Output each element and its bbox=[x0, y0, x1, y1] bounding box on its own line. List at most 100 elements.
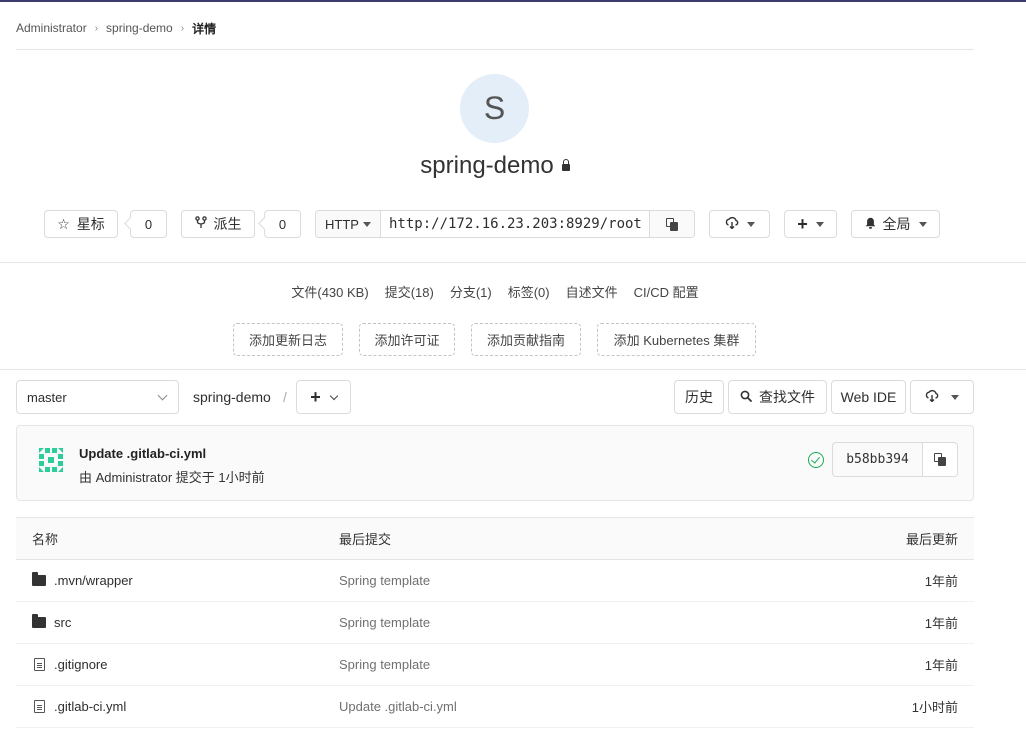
history-label: 历史 bbox=[685, 389, 713, 405]
branch-select[interactable]: master bbox=[16, 380, 179, 414]
add-to-tree-dropdown[interactable]: + bbox=[296, 380, 351, 414]
project-name: spring-demo bbox=[420, 152, 554, 179]
stat-tags-link[interactable]: 标签(0) bbox=[508, 282, 550, 301]
clone-url-input[interactable] bbox=[381, 211, 649, 237]
caret-down-icon bbox=[815, 221, 824, 227]
add-changelog-button[interactable]: 添加更新日志 bbox=[233, 323, 343, 356]
commit-title-link[interactable]: Update .gitlab-ci.yml bbox=[79, 446, 206, 461]
row-commit-link[interactable]: Spring template bbox=[339, 573, 774, 588]
lock-icon bbox=[561, 159, 570, 171]
copy-sha-button[interactable] bbox=[922, 443, 957, 476]
fork-count[interactable]: 0 bbox=[264, 210, 301, 238]
branch-select-value: master bbox=[27, 389, 67, 405]
star-button[interactable]: ☆ 星标 bbox=[44, 210, 118, 238]
row-name-link[interactable]: .gitignore bbox=[54, 657, 107, 672]
project-avatar-letter: S bbox=[483, 90, 506, 126]
history-button[interactable]: 历史 bbox=[674, 380, 724, 414]
add-contributing-label: 添加贡献指南 bbox=[486, 333, 565, 348]
fork-button[interactable]: 派生 bbox=[181, 210, 255, 238]
project-avatar: S bbox=[460, 74, 529, 143]
bell-icon bbox=[865, 216, 876, 232]
add-kubernetes-label: 添加 Kubernetes 集群 bbox=[613, 333, 740, 348]
path-root-link[interactable]: spring-demo bbox=[193, 389, 271, 405]
fork-label: 派生 bbox=[213, 216, 242, 232]
commit-meta: 由 Administrator 提交于 1小时前 bbox=[79, 470, 265, 485]
divider bbox=[0, 262, 1026, 263]
star-icon: ☆ bbox=[57, 215, 70, 232]
copy-icon bbox=[934, 453, 946, 466]
add-changelog-label: 添加更新日志 bbox=[248, 333, 327, 348]
notification-dropdown[interactable]: 全局 bbox=[851, 210, 940, 238]
folder-icon bbox=[32, 614, 46, 628]
commit-sha-link[interactable]: b58bb394 bbox=[833, 443, 922, 476]
table-header: 名称 最后提交 最后更新 bbox=[16, 517, 974, 560]
web-ide-label: Web IDE bbox=[840, 389, 897, 405]
add-license-button[interactable]: 添加许可证 bbox=[359, 323, 455, 356]
find-file-button[interactable]: 查找文件 bbox=[728, 380, 827, 414]
divider bbox=[16, 49, 974, 50]
file-tree-table: 名称 最后提交 最后更新 .mvn/wrapper Spring templat… bbox=[16, 517, 974, 728]
fork-icon bbox=[194, 215, 207, 233]
last-commit-panel: Update .gitlab-ci.yml 由 Administrator 提交… bbox=[16, 425, 974, 501]
clone-protocol-dropdown[interactable]: HTTP bbox=[316, 211, 381, 237]
stat-branches-link[interactable]: 分支(1) bbox=[450, 282, 492, 301]
add-contributing-button[interactable]: 添加贡献指南 bbox=[471, 323, 581, 356]
clone-url-group: HTTP bbox=[315, 210, 695, 238]
caret-down-icon bbox=[746, 221, 755, 227]
breadcrumb-separator: › bbox=[94, 22, 99, 34]
search-icon bbox=[740, 389, 752, 405]
stat-commits-link[interactable]: 提交(18) bbox=[385, 282, 434, 301]
table-row[interactable]: src Spring template 1年前 bbox=[16, 602, 974, 644]
folder-icon bbox=[32, 572, 46, 586]
star-label: 星标 bbox=[76, 216, 105, 232]
notification-label: 全局 bbox=[882, 216, 911, 232]
row-commit-link[interactable]: Update .gitlab-ci.yml bbox=[339, 699, 774, 714]
find-file-label: 查找文件 bbox=[759, 389, 815, 405]
fork-count-value: 0 bbox=[278, 216, 287, 232]
star-count[interactable]: 0 bbox=[130, 210, 167, 238]
caret-down-icon bbox=[918, 221, 927, 227]
project-title: spring-demo bbox=[0, 152, 990, 180]
header-last-commit: 最后提交 bbox=[339, 532, 392, 547]
download-icon bbox=[725, 216, 739, 232]
table-row[interactable]: .mvn/wrapper Spring template 1年前 bbox=[16, 560, 974, 602]
web-ide-button[interactable]: Web IDE bbox=[831, 380, 906, 414]
row-updated: 1年前 bbox=[924, 658, 958, 673]
breadcrumb-current[interactable]: 详情 bbox=[192, 20, 216, 37]
star-count-value: 0 bbox=[144, 216, 153, 232]
caret-down-icon bbox=[951, 394, 959, 400]
row-commit-link[interactable]: Spring template bbox=[339, 615, 774, 630]
stat-readme-link[interactable]: 自述文件 bbox=[566, 282, 618, 301]
project-stats: 文件(430 KB) 提交(18) 分支(1) 标签(0) 自述文件 CI/CD… bbox=[0, 282, 990, 301]
row-commit-link[interactable]: Spring template bbox=[339, 657, 774, 672]
clone-protocol-label: HTTP bbox=[325, 216, 359, 232]
add-kubernetes-button[interactable]: 添加 Kubernetes 集群 bbox=[597, 323, 756, 356]
header-last-update: 最后更新 bbox=[905, 532, 958, 547]
table-row[interactable]: .gitlab-ci.yml Update .gitlab-ci.yml 1小时… bbox=[16, 686, 974, 728]
row-name-link[interactable]: .mvn/wrapper bbox=[54, 573, 133, 588]
pipeline-status-passed-icon[interactable] bbox=[808, 452, 824, 468]
commit-author-avatar[interactable] bbox=[33, 442, 69, 478]
breadcrumb-item-administrator[interactable]: Administrator bbox=[16, 21, 87, 35]
commit-sha-group: b58bb394 bbox=[832, 442, 958, 477]
row-updated: 1年前 bbox=[924, 574, 958, 589]
stat-cicd-link[interactable]: CI/CD 配置 bbox=[634, 282, 699, 301]
row-updated: 1小时前 bbox=[911, 700, 958, 715]
download-dropdown[interactable] bbox=[910, 380, 974, 414]
file-icon bbox=[34, 700, 45, 713]
add-dropdown[interactable]: + bbox=[784, 210, 837, 238]
row-name-link[interactable]: .gitlab-ci.yml bbox=[54, 699, 126, 714]
path-separator: / bbox=[283, 389, 287, 405]
breadcrumb-item-project[interactable]: spring-demo bbox=[106, 21, 173, 35]
chevron-down-icon bbox=[157, 390, 168, 401]
header-name: 名称 bbox=[32, 532, 59, 547]
download-dropdown[interactable] bbox=[709, 210, 770, 238]
stat-files-link[interactable]: 文件(430 KB) bbox=[291, 282, 368, 301]
download-icon bbox=[925, 389, 939, 405]
row-name-link[interactable]: src bbox=[54, 615, 71, 630]
row-updated: 1年前 bbox=[924, 616, 958, 631]
table-row[interactable]: .gitignore Spring template 1年前 bbox=[16, 644, 974, 686]
chevron-down-icon bbox=[329, 391, 338, 400]
copy-url-button[interactable] bbox=[649, 211, 694, 237]
divider bbox=[0, 369, 1026, 370]
